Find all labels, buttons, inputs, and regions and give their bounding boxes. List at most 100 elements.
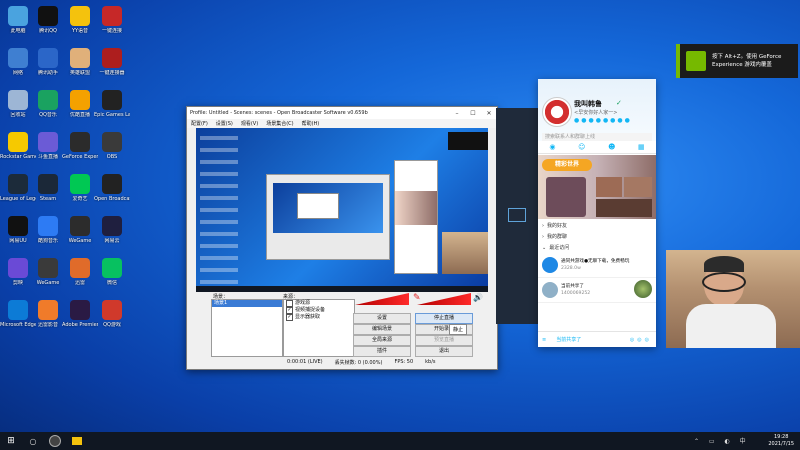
tab-messages-icon[interactable]: ◉: [549, 143, 555, 151]
message-title: 当前共享了: [561, 284, 584, 289]
desktop-icon[interactable]: Steam: [30, 174, 66, 202]
app-icon: [38, 174, 58, 194]
desktop-icon[interactable]: 斗鱼直播: [30, 132, 66, 160]
desktop-icon[interactable]: Adobe Premiere: [62, 300, 98, 328]
qq-profile-header: 我叫韩鲁 ✓ <早安你好人家一> ●●●●●●●● 搜索联系人和群聊上线: [538, 79, 656, 141]
desktop-icon[interactable]: 酷狗音乐: [30, 216, 66, 244]
desktop-icon[interactable]: Epic Games Launcher: [94, 90, 130, 118]
list-friends[interactable]: › 我的好友: [538, 220, 656, 231]
tab-groups-icon[interactable]: ☻: [608, 143, 615, 151]
desktop-icon[interactable]: 腾讯QQ: [30, 6, 66, 34]
taskbar-app-icon[interactable]: [66, 432, 88, 450]
desktop-icon[interactable]: QQ游戏: [94, 300, 130, 328]
menu-scene-collection[interactable]: 场景集合(C): [266, 120, 293, 127]
edit-scene-button[interactable]: 编辑场景: [353, 324, 411, 335]
search-icon[interactable]: ○: [22, 432, 44, 450]
settings-button[interactable]: 设置: [353, 313, 411, 324]
preview-stream-button[interactable]: 预览直播: [415, 335, 473, 346]
mute-desktop-icon[interactable]: ✎: [413, 293, 421, 303]
desktop-icon-label: YY语音: [71, 28, 89, 34]
webcam-overlay: [666, 250, 800, 348]
desktop-icon-label: 网易云: [104, 238, 120, 244]
source-item[interactable]: ✓ 视频捕捉设备: [284, 307, 354, 314]
plugins-button[interactable]: 插件: [353, 346, 411, 357]
desktop-icon[interactable]: 迅雷: [62, 258, 98, 286]
start-button-icon[interactable]: ⊞: [0, 432, 22, 450]
message-item-2[interactable]: 当前共享了 1400069252: [538, 278, 656, 303]
qq-tools-icons[interactable]: ◎◎◎: [630, 337, 652, 343]
webcam-hair: [704, 256, 744, 272]
close-icon[interactable]: ✕: [481, 110, 497, 117]
app-icon: [8, 300, 28, 320]
qq-banner[interactable]: 精彩世界: [538, 155, 656, 219]
global-sources-button[interactable]: 全局来源: [353, 335, 411, 346]
monitor-icon: [508, 208, 526, 222]
desktop-icon[interactable]: 微信: [94, 258, 130, 286]
qq-main-panel[interactable]: 我叫韩鲁 ✓ <早安你好人家一> ●●●●●●●● 搜索联系人和群聊上线 ◉ ☺…: [538, 79, 656, 347]
menu-config[interactable]: 配置(F): [191, 120, 208, 127]
source-label: 游戏源: [295, 300, 311, 306]
source-item[interactable]: ✓ 显示器获取: [284, 314, 354, 321]
desktop-icon[interactable]: 爱奇艺: [62, 174, 98, 202]
source-checkbox[interactable]: [286, 300, 293, 307]
message-sub: 1400069252: [561, 291, 591, 296]
list-groups[interactable]: › 我的群聊: [538, 231, 656, 242]
desktop-icon-label: Adobe Premiere: [62, 322, 98, 328]
message-item-1[interactable]: 通同共游戏●无聊下载，免费畅玩 2328.0w: [538, 253, 656, 278]
scenes-list[interactable]: 场景1: [211, 299, 283, 357]
qq-menu-icon[interactable]: ≡: [542, 337, 546, 343]
desktop-icon[interactable]: QQ音乐: [30, 90, 66, 118]
source-checkbox[interactable]: ✓: [286, 307, 293, 314]
desktop-icon[interactable]: WeGame: [30, 258, 66, 286]
taskbar-clock[interactable]: 19:28 2021/7/15: [768, 434, 794, 448]
qq-bottom-label[interactable]: 当前共享了: [556, 336, 581, 343]
exit-button[interactable]: 退出: [415, 346, 473, 357]
desktop-icon[interactable]: WeGame: [62, 216, 98, 244]
clock-time: 19:28: [773, 434, 789, 440]
tab-contacts-icon[interactable]: ☺: [578, 143, 585, 151]
message-sub: 2328.0w: [561, 266, 581, 271]
minimize-icon[interactable]: –: [449, 110, 465, 117]
desktop-icon[interactable]: 网易云: [94, 216, 130, 244]
scene-item-selected[interactable]: 场景1: [212, 300, 282, 307]
obs-window[interactable]: Profile: Untitled - Scenes: scenes - Ope…: [186, 106, 498, 370]
menu-help[interactable]: 帮助(H): [302, 120, 320, 127]
maximize-icon[interactable]: ☐: [465, 110, 481, 117]
dropped-frames: 丢失帧数: 0 (0.00%): [334, 359, 383, 366]
source-item[interactable]: 游戏源: [284, 300, 354, 307]
stop-stream-button[interactable]: 停止直播: [415, 313, 473, 324]
desktop-icon[interactable]: 迅雷影音: [30, 300, 66, 328]
menu-settings[interactable]: 设置(S): [216, 120, 233, 127]
nvidia-notification[interactable]: 按下 Alt+Z。使用 GeForce Experience 游戏内覆盖: [676, 44, 798, 78]
nvidia-line1: 按下 Alt+Z。使用 GeForce: [712, 54, 782, 60]
app-icon: [8, 90, 28, 110]
desktop-icon[interactable]: 一键连接: [94, 6, 130, 34]
source-checkbox[interactable]: ✓: [286, 314, 293, 321]
taskbar-obs-icon[interactable]: [44, 432, 66, 450]
desktop-icon-label: WeGame: [68, 238, 92, 244]
qq-search-input[interactable]: 搜索联系人和群聊上线: [542, 133, 652, 141]
sources-list[interactable]: 游戏源 ✓ 视频捕捉设备 ✓ 显示器获取: [283, 299, 355, 357]
tray-icons[interactable]: ⌃ ▭ ◐ 中: [694, 436, 750, 445]
app-icon: [70, 48, 90, 68]
desktop-icon-label: Steam: [39, 196, 57, 202]
desktop-icon[interactable]: 优酷直播: [62, 90, 98, 118]
menu-view[interactable]: 观看(V): [241, 120, 258, 127]
desktop-icon[interactable]: OBS: [94, 132, 130, 160]
obs-titlebar[interactable]: Profile: Untitled - Scenes: scenes - Ope…: [187, 107, 497, 119]
list-recent[interactable]: ⌄ 最近访问: [538, 242, 656, 253]
tab-apps-icon[interactable]: ▦: [638, 143, 645, 151]
speaker-icon[interactable]: 🔊: [473, 293, 483, 302]
qq-avatar[interactable]: [542, 97, 572, 127]
desktop-icon[interactable]: 一键连接器: [94, 48, 130, 76]
desktop-icon-label: Epic Games Launcher: [94, 112, 130, 118]
desktop-icon[interactable]: 腾讯助手: [30, 48, 66, 76]
app-icon: [70, 90, 90, 110]
obs-preview[interactable]: [196, 128, 488, 292]
desktop-icon[interactable]: GeForce Experience: [62, 132, 98, 160]
taskbar: ⊞ ○ ⌃ ▭ ◐ 中 19:28 2021/7/15: [0, 432, 800, 450]
background-window[interactable]: [496, 108, 540, 324]
desktop-icon[interactable]: Open Broadcaster: [94, 174, 130, 202]
desktop-icon[interactable]: YY语音: [62, 6, 98, 34]
desktop-icon[interactable]: 英雄联盟: [62, 48, 98, 76]
